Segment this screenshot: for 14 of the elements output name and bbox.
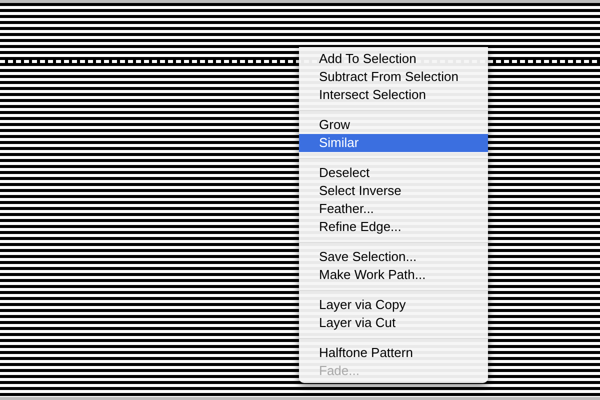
menu-item[interactable]: Select Inverse: [299, 182, 488, 200]
menu-item[interactable]: Similar: [299, 134, 488, 152]
menu-item[interactable]: Refine Edge...: [299, 218, 488, 236]
menu-item[interactable]: Add To Selection: [299, 50, 488, 68]
menu-item[interactable]: Layer via Copy: [299, 296, 488, 314]
menu-item[interactable]: Save Selection...: [299, 248, 488, 266]
menu-item[interactable]: Grow: [299, 116, 488, 134]
menu-item[interactable]: Feather...: [299, 200, 488, 218]
menu-item[interactable]: Deselect: [299, 164, 488, 182]
menu-item[interactable]: Layer via Cut: [299, 314, 488, 332]
menu-item[interactable]: Make Work Path...: [299, 266, 488, 284]
menu-item[interactable]: Subtract From Selection: [299, 68, 488, 86]
menu-item[interactable]: Halftone Pattern: [299, 344, 488, 362]
menu-item[interactable]: Intersect Selection: [299, 86, 488, 104]
